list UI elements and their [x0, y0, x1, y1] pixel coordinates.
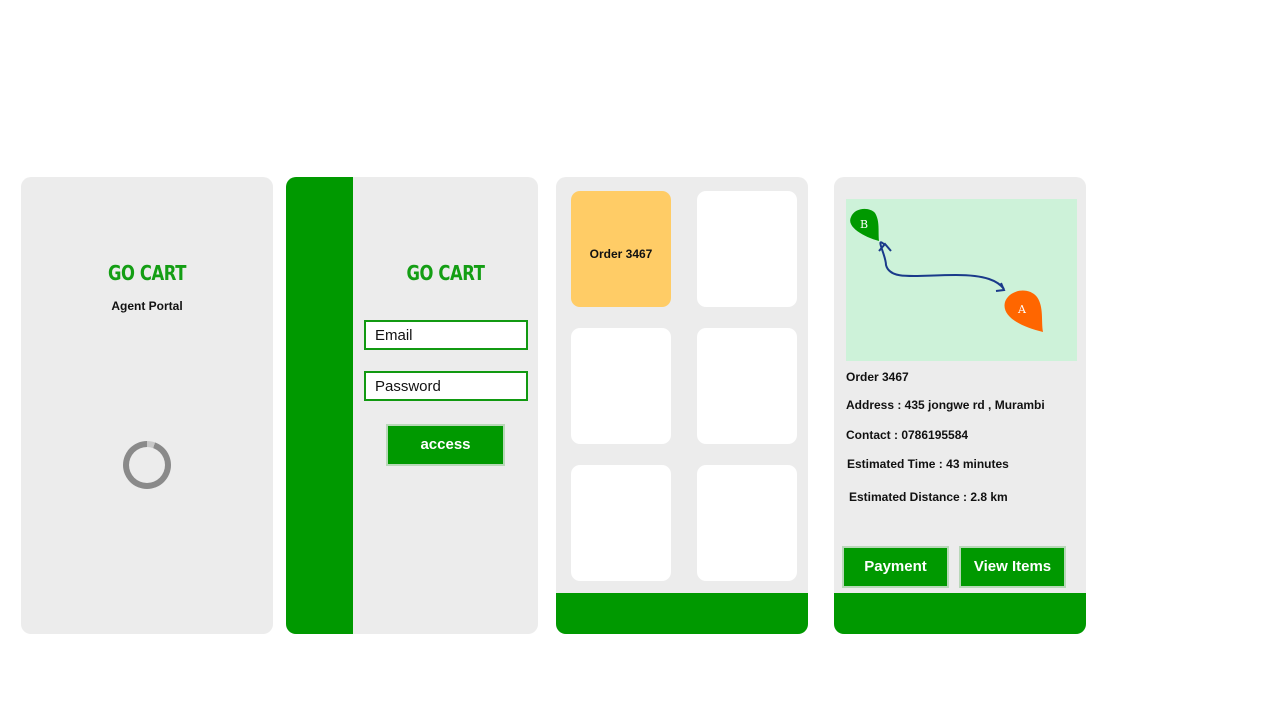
- order-card[interactable]: [697, 328, 797, 444]
- access-button[interactable]: access: [386, 424, 505, 466]
- app-logo: GO CART: [406, 261, 485, 285]
- order-card[interactable]: [571, 465, 671, 581]
- password-field[interactable]: [364, 371, 528, 401]
- order-card-label: Order 3467: [589, 247, 653, 261]
- order-card[interactable]: [571, 328, 671, 444]
- splash-screen: GO CART Agent Portal: [21, 177, 273, 634]
- order-number: Order 3467: [846, 370, 909, 384]
- login-side-bar: [286, 177, 353, 634]
- order-card[interactable]: Order 3467: [571, 191, 671, 307]
- order-detail-screen: B A Order 3467 Address : 435 jongwe rd ,…: [834, 177, 1086, 634]
- delivery-address: Address : 435 jongwe rd , Murambi: [846, 398, 1045, 412]
- estimated-time: Estimated Time : 43 minutes: [847, 457, 1009, 471]
- bottom-nav-bar[interactable]: [834, 593, 1086, 634]
- marker-a-icon: A: [1004, 290, 1043, 332]
- route-line: [879, 241, 1005, 290]
- portal-subtitle: Agent Portal: [111, 299, 183, 313]
- contact-number: Contact : 0786195584: [846, 428, 969, 442]
- app-logo: GO CART: [107, 261, 187, 285]
- estimated-distance: Estimated Distance : 2.8 km: [849, 490, 1008, 504]
- order-card[interactable]: [697, 191, 797, 307]
- login-screen: GO CART access: [286, 177, 538, 634]
- marker-a-label: A: [1017, 303, 1027, 316]
- spinner-icon: [123, 441, 171, 489]
- view-items-button[interactable]: View Items: [959, 546, 1066, 588]
- route-map[interactable]: B A: [846, 199, 1077, 361]
- orders-screen: Order 3467: [556, 177, 808, 634]
- marker-b-label: B: [860, 218, 868, 231]
- payment-button[interactable]: Payment: [842, 546, 949, 588]
- bottom-nav-bar[interactable]: [556, 593, 808, 634]
- order-card[interactable]: [697, 465, 797, 581]
- marker-b-icon: B: [850, 208, 879, 241]
- email-field[interactable]: [364, 320, 528, 350]
